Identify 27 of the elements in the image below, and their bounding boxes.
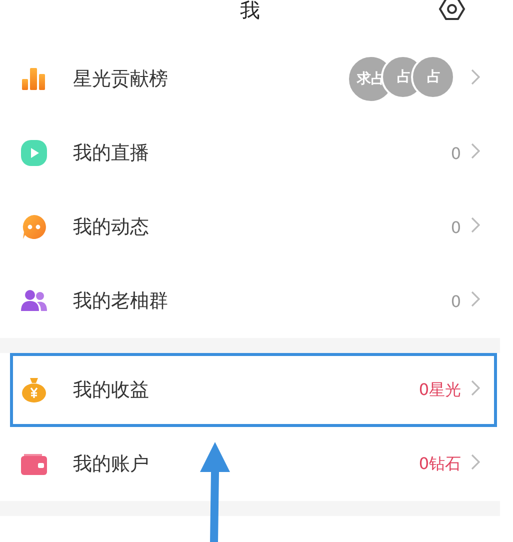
row-value: 0钻石 bbox=[418, 454, 461, 474]
row-label: 我的账户 bbox=[73, 452, 150, 477]
row-value: 0 bbox=[450, 144, 461, 162]
bar-chart-icon bbox=[21, 67, 47, 91]
chevron-right-icon bbox=[471, 380, 480, 396]
chat-bubble-icon bbox=[21, 214, 47, 240]
page-title: 我 bbox=[240, 0, 260, 24]
chevron-right-icon bbox=[471, 291, 480, 307]
chevron-right-icon bbox=[471, 454, 480, 470]
people-icon bbox=[20, 289, 48, 313]
row-value: 0 bbox=[450, 218, 461, 236]
row-value: 0星光 bbox=[418, 380, 461, 400]
play-icon bbox=[21, 140, 47, 166]
chevron-right-icon bbox=[471, 69, 480, 85]
row-label: 星光贡献榜 bbox=[73, 67, 169, 92]
highlighted-menu-row[interactable]: 我的收益 0星光 bbox=[10, 353, 497, 427]
row-label: 我的收益 bbox=[73, 378, 150, 403]
chevron-right-icon bbox=[471, 217, 480, 233]
wallet-icon bbox=[21, 453, 47, 475]
chevron-right-icon bbox=[471, 143, 480, 159]
row-value: 0 bbox=[450, 292, 461, 310]
avatar: 占 bbox=[411, 55, 455, 99]
row-label: 我的老柚群 bbox=[73, 289, 169, 314]
settings-icon[interactable] bbox=[438, 0, 466, 20]
row-label: 我的直播 bbox=[73, 141, 150, 166]
row-label: 我的动态 bbox=[73, 215, 150, 240]
money-bag-icon bbox=[21, 377, 47, 403]
